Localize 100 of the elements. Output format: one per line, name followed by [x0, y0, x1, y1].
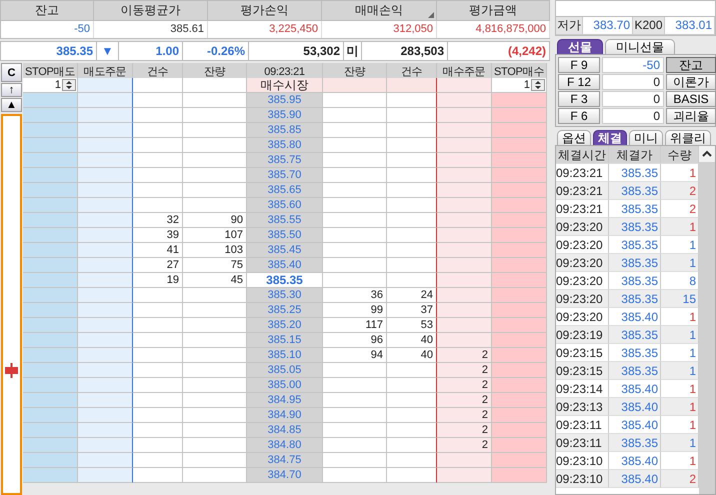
- sell-order-cell[interactable]: [78, 243, 133, 258]
- stop-buy-cell[interactable]: [492, 123, 547, 138]
- stop-sell-cell[interactable]: [23, 303, 78, 318]
- stop-buy-cell[interactable]: [492, 363, 547, 378]
- sell-order-cell[interactable]: [78, 138, 133, 153]
- stop-buy-cell[interactable]: [492, 138, 547, 153]
- buy-order-cell[interactable]: [437, 93, 492, 108]
- stop-buy-cell[interactable]: [492, 213, 547, 228]
- sell-order-cell[interactable]: [78, 378, 133, 393]
- side-button[interactable]: C: [1, 63, 22, 82]
- sell-order-cell[interactable]: [78, 153, 133, 168]
- stop-buy-cell[interactable]: [492, 423, 547, 438]
- buy-order-cell[interactable]: 2: [437, 408, 492, 423]
- stop-buy-cell[interactable]: [492, 438, 547, 453]
- stop-buy-cell[interactable]: [492, 303, 547, 318]
- view-button[interactable]: 이론가: [666, 74, 716, 90]
- buy-order-cell[interactable]: [437, 213, 492, 228]
- sell-order-cell[interactable]: [78, 288, 133, 303]
- stop-buy-cell[interactable]: [492, 288, 547, 303]
- buy-order-cell[interactable]: 2: [437, 393, 492, 408]
- stop-sell-cell[interactable]: [23, 153, 78, 168]
- buy-order-cell[interactable]: [437, 318, 492, 333]
- sell-order-cell[interactable]: [78, 123, 133, 138]
- view-button[interactable]: 괴리율: [666, 108, 716, 124]
- trade-tab[interactable]: 위클리: [665, 130, 711, 145]
- stop-sell-cell[interactable]: [23, 138, 78, 153]
- stop-buy-cell[interactable]: [492, 453, 547, 468]
- stop-sell-cell[interactable]: [23, 198, 78, 213]
- sell-order-cell[interactable]: [78, 348, 133, 363]
- buy-order-cell[interactable]: [437, 123, 492, 138]
- buy-order-cell[interactable]: [437, 258, 492, 273]
- stop-sell-cell[interactable]: [23, 258, 78, 273]
- stop-sell-cell[interactable]: [23, 408, 78, 423]
- stop-sell-cell[interactable]: [23, 438, 78, 453]
- sell-order-cell[interactable]: [78, 108, 133, 123]
- futures-tab[interactable]: 미니선물: [605, 39, 675, 54]
- stop-sell-cell[interactable]: [23, 213, 78, 228]
- buy-order-cell[interactable]: [437, 78, 492, 93]
- stop-buy-cell[interactable]: [492, 273, 547, 288]
- buy-order-cell[interactable]: [437, 153, 492, 168]
- stop-buy-cell[interactable]: [492, 228, 547, 243]
- stop-sell-cell[interactable]: [23, 423, 78, 438]
- sell-order-cell[interactable]: [78, 228, 133, 243]
- buy-order-cell[interactable]: [437, 138, 492, 153]
- buy-order-cell[interactable]: [437, 333, 492, 348]
- buy-order-cell[interactable]: [437, 108, 492, 123]
- sell-order-cell[interactable]: [78, 183, 133, 198]
- sell-order-cell[interactable]: [78, 198, 133, 213]
- sell-order-cell[interactable]: [78, 168, 133, 183]
- stop-buy-cell[interactable]: [492, 348, 547, 363]
- stop-sell-cell[interactable]: [23, 318, 78, 333]
- stop-sell-cell[interactable]: [23, 393, 78, 408]
- stop-sell-cell[interactable]: [23, 228, 78, 243]
- stop-sell-cell[interactable]: [23, 378, 78, 393]
- sell-order-cell[interactable]: [78, 78, 133, 93]
- sell-order-cell[interactable]: [78, 393, 133, 408]
- stop-buy-cell[interactable]: [492, 258, 547, 273]
- buy-order-cell[interactable]: [437, 303, 492, 318]
- sell-order-cell[interactable]: [78, 318, 133, 333]
- stop-qty-spinner[interactable]: 1: [492, 78, 547, 93]
- buy-order-cell[interactable]: [437, 273, 492, 288]
- sell-order-cell[interactable]: [78, 468, 133, 483]
- stop-sell-cell[interactable]: [23, 453, 78, 468]
- stop-sell-cell[interactable]: [23, 363, 78, 378]
- side-button[interactable]: ▲: [1, 98, 22, 112]
- buy-order-cell[interactable]: [437, 453, 492, 468]
- view-button[interactable]: 잔고: [666, 57, 716, 73]
- stop-buy-cell[interactable]: [492, 333, 547, 348]
- stop-buy-cell[interactable]: [492, 318, 547, 333]
- stop-sell-cell[interactable]: [23, 93, 78, 108]
- buy-order-cell[interactable]: [437, 198, 492, 213]
- stop-sell-cell[interactable]: [23, 333, 78, 348]
- view-button[interactable]: BASIS: [666, 91, 716, 107]
- stop-buy-cell[interactable]: [492, 408, 547, 423]
- stop-sell-cell[interactable]: [23, 123, 78, 138]
- stop-buy-cell[interactable]: [492, 243, 547, 258]
- price-cell[interactable]: 385.35: [247, 273, 323, 288]
- buy-order-cell[interactable]: [437, 243, 492, 258]
- sell-order-cell[interactable]: [78, 363, 133, 378]
- buy-order-cell[interactable]: 2: [437, 378, 492, 393]
- contract-button[interactable]: F 12: [558, 74, 600, 90]
- stop-buy-cell[interactable]: [492, 108, 547, 123]
- stop-sell-cell[interactable]: [23, 243, 78, 258]
- buy-order-cell[interactable]: 2: [437, 348, 492, 363]
- sell-order-cell[interactable]: [78, 303, 133, 318]
- stop-sell-cell[interactable]: [23, 348, 78, 363]
- side-button[interactable]: ↑: [1, 83, 22, 97]
- buy-order-cell[interactable]: 2: [437, 438, 492, 453]
- buy-order-cell[interactable]: [437, 168, 492, 183]
- sell-order-cell[interactable]: [78, 408, 133, 423]
- sell-order-cell[interactable]: [78, 273, 133, 288]
- stop-sell-cell[interactable]: [23, 183, 78, 198]
- sell-order-cell[interactable]: [78, 438, 133, 453]
- stop-buy-cell[interactable]: [492, 168, 547, 183]
- contract-button[interactable]: F 3: [558, 91, 600, 107]
- buy-order-cell[interactable]: [437, 468, 492, 483]
- buy-order-cell[interactable]: 2: [437, 363, 492, 378]
- stop-sell-cell[interactable]: [23, 288, 78, 303]
- trade-tab[interactable]: 체결: [593, 130, 627, 145]
- sell-order-cell[interactable]: [78, 213, 133, 228]
